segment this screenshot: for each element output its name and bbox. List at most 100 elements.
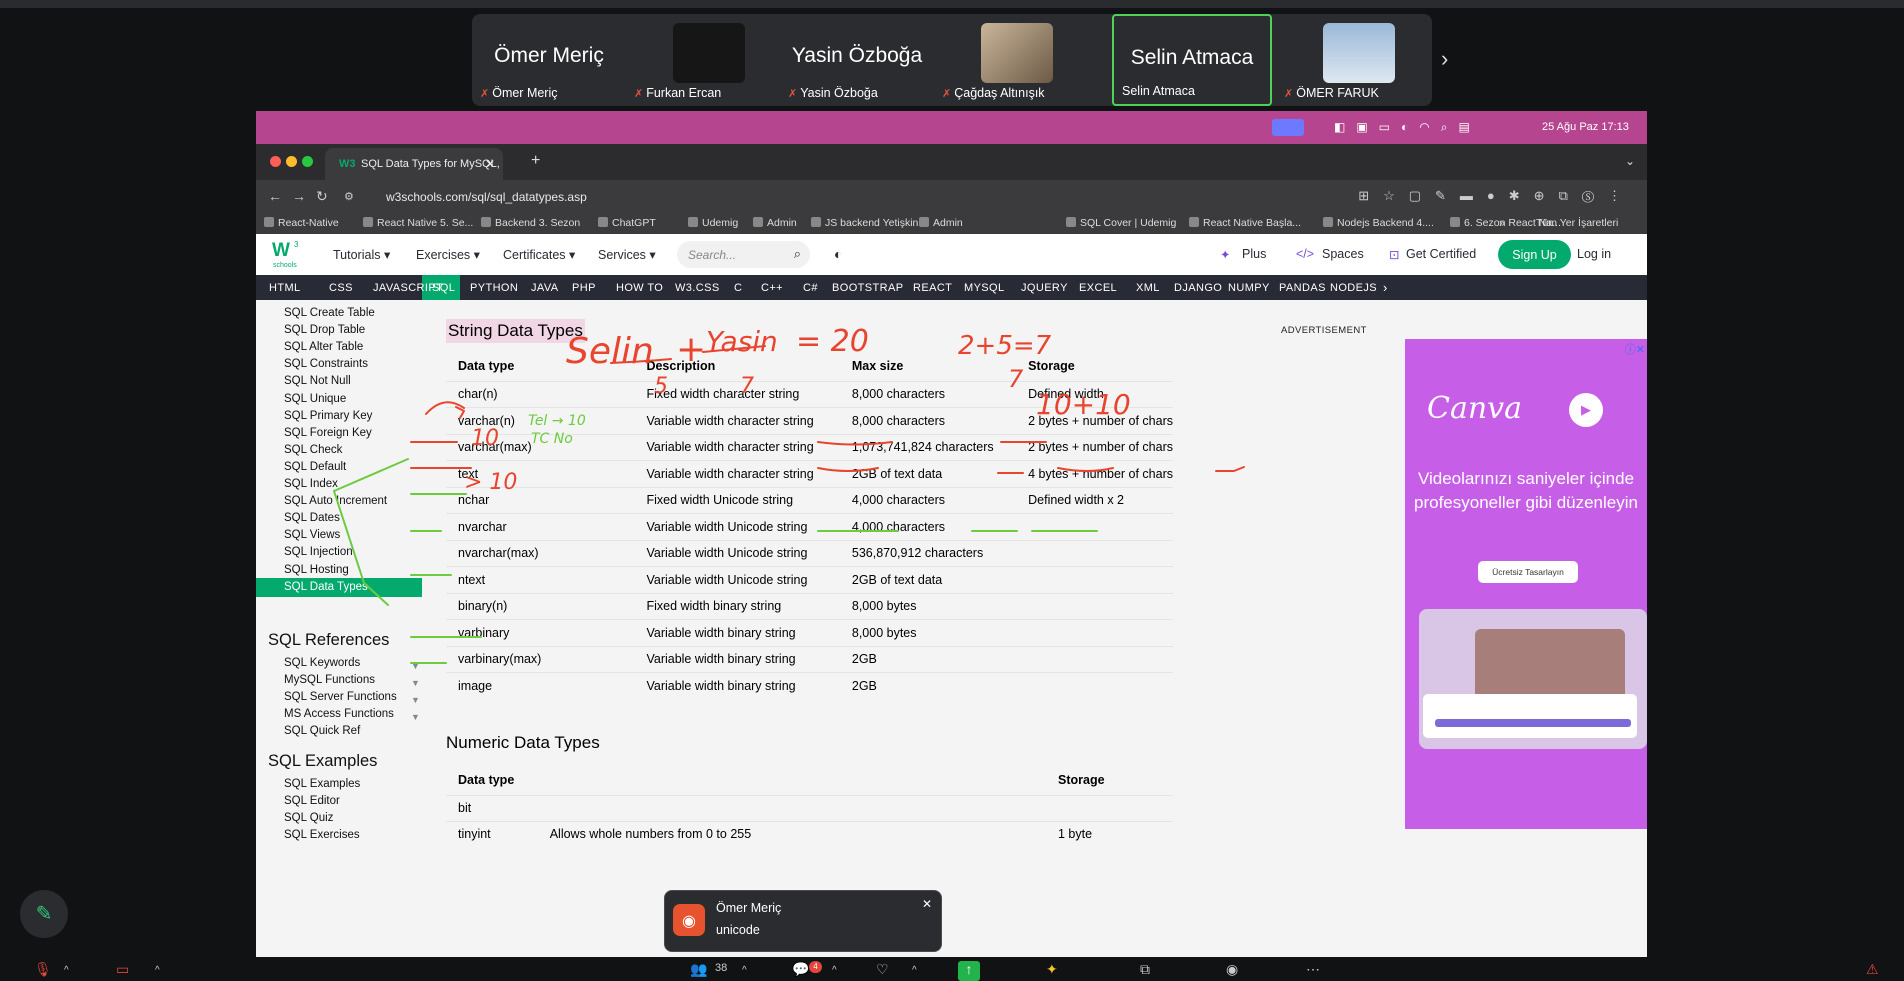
share-screen-icon[interactable]: ↑ [958,961,980,981]
forward-icon[interactable]: → [292,188,306,204]
sidebar-link[interactable]: SQL Check [284,444,342,456]
nav-item-mysql[interactable]: MYSQL [964,282,1005,294]
ad-close-icon[interactable]: ⓘ✕ [1625,341,1645,357]
nav-item-sql[interactable]: SQL [432,282,455,294]
apps-icon[interactable]: ⧉ [1140,961,1150,978]
all-bookmarks-folder[interactable]: Tüm Yer İşaretleri [1536,217,1618,229]
sidebar-link[interactable]: SQL Quiz [284,812,333,824]
site-info-icon[interactable]: ⚙ [344,190,354,203]
sidebar-link[interactable]: SQL Drop Table [284,324,365,336]
bookmarks-overflow-button[interactable]: » [1499,217,1505,229]
nav-item-numpy[interactable]: NUMPY [1228,282,1270,294]
sidebar-link[interactable]: SQL Primary Key [284,410,372,422]
bookmark-item[interactable]: JS backend Yetişkin [811,217,918,229]
nav-item-python[interactable]: PYTHON [470,282,518,294]
sidebar-link[interactable]: SQL Unique [284,393,346,405]
screen-share-icon[interactable] [1272,119,1304,136]
sign-up-button[interactable]: Sign Up [1498,240,1571,269]
bookmark-item[interactable]: ChatGPT [598,217,656,229]
chevron-up-icon[interactable]: ^ [155,965,160,976]
bookmark-item[interactable]: React-Native [264,217,339,229]
sidebar-link[interactable]: SQL Injection [284,546,353,558]
menu-bar-clock[interactable]: 25 Ağu Paz 17:13 [1542,121,1629,133]
participant-tile[interactable]: ✗ Çağdaş Altınışık [934,14,1088,106]
sidebar-link[interactable]: SQL Hosting [284,564,349,576]
close-notification-icon[interactable]: ✕ [922,897,932,911]
nav-item-jquery[interactable]: JQUERY [1021,282,1068,294]
sidebar-link[interactable]: SQL Keywords [284,657,360,669]
reactions-icon[interactable]: ♡ [876,961,889,978]
spaces-link[interactable]: Spaces [1322,247,1364,261]
new-tab-icon[interactable]: + [531,152,540,170]
nav-scroll-right-icon[interactable]: › [1383,280,1388,295]
tutorials-menu[interactable]: Tutorials ▾ [333,247,390,262]
sidebar-link[interactable]: SQL Data Types [284,581,368,593]
nav-item-c#[interactable]: C# [803,282,818,294]
bookmark-item[interactable]: Admin [919,217,963,229]
record-icon[interactable]: ◉ [1226,961,1238,978]
participants-icon[interactable]: 👥 [690,961,707,978]
chat-icon[interactable]: 💬 [792,961,809,978]
sidebar-link[interactable]: SQL Server Functions [284,691,397,703]
system-tray-icons[interactable]: ◧▣▭◐◠⌕▤ [1334,120,1481,135]
sidebar-link[interactable]: SQL Constraints [284,358,368,370]
nav-item-nodejs[interactable]: NODEJS [1330,282,1377,294]
canva-ad[interactable]: ⓘ✕ Canva ▶ Videolarınızı saniyeler içind… [1405,339,1647,829]
certificates-menu[interactable]: Certificates ▾ [503,247,575,262]
sidebar-link[interactable]: SQL Default [284,461,346,473]
reload-icon[interactable]: ↻ [316,188,328,205]
sidebar-link[interactable]: SQL Quick Ref [284,725,360,737]
back-icon[interactable]: ← [268,188,282,204]
chevron-up-icon[interactable]: ^ [742,965,747,976]
expand-caret-icon[interactable]: ▼ [411,712,420,722]
bookmark-item[interactable]: Nodejs Backend 4.... [1323,217,1434,229]
video-off-icon[interactable]: ▭ [116,961,129,978]
sidebar-link[interactable]: SQL Not Null [284,375,351,387]
chevron-up-icon[interactable]: ^ [832,965,837,976]
nav-item-css[interactable]: CSS [329,282,353,294]
participant-tile[interactable]: Yasin Özboğa ✗ Yasin Özboğa [780,14,934,106]
sidebar-link[interactable]: MySQL Functions [284,674,375,686]
nav-item-django[interactable]: DJANGO [1174,282,1222,294]
nav-item-c++[interactable]: C++ [761,282,783,294]
ai-companion-icon[interactable]: ✦ [1046,961,1058,978]
participant-tile[interactable]: ✗ Furkan Ercan [626,14,780,106]
chat-notification[interactable]: ◉ Ömer Meriç unicode ✕ [664,890,942,952]
nav-item-php[interactable]: PHP [572,282,596,294]
bookmark-item[interactable]: Udemig [688,217,738,229]
tab-search-icon[interactable]: ⌄ [1625,154,1635,168]
nav-item-howto[interactable]: HOW TO [616,282,663,294]
sidebar-link[interactable]: SQL Index [284,478,338,490]
chevron-up-icon[interactable]: ^ [64,965,69,976]
nav-item-pandas[interactable]: PANDAS [1279,282,1326,294]
bookmark-item[interactable]: React Native Başla... [1189,217,1301,229]
more-icon[interactable]: ⋯ [1306,961,1320,978]
exercises-menu[interactable]: Exercises ▾ [416,247,480,262]
ad-cta-button[interactable]: Ücretsiz Tasarlayın [1478,561,1578,583]
sidebar-link[interactable]: SQL Foreign Key [284,427,372,439]
nav-item-w3css[interactable]: W3.CSS [675,282,720,294]
nav-item-bootstrap[interactable]: BOOTSTRAP [832,282,903,294]
sidebar-link[interactable]: SQL Editor [284,795,340,807]
sidebar-link[interactable]: SQL Views [284,529,340,541]
sidebar-link[interactable]: SQL Examples [284,778,360,790]
participant-tile[interactable]: Ömer Meriç ✗ Ömer Meriç [472,14,626,106]
nav-item-html[interactable]: HTML [269,282,301,294]
participant-tile-active-speaker[interactable]: Selin Atmaca Selin Atmaca [1112,14,1272,106]
expand-caret-icon[interactable]: ▼ [411,661,420,671]
search-icon[interactable]: ⌕ [794,246,801,262]
minimize-window-icon[interactable] [286,156,297,167]
log-in-button[interactable]: Log in [1577,247,1611,261]
extension-icons[interactable]: ⊞☆▢✎▬●✱⊕⧉Ⓢ⋮ [1358,188,1635,204]
w3schools-logo[interactable]: W 3 schools [272,239,304,269]
sidebar-link[interactable]: MS Access Functions [284,708,394,720]
sidebar-link[interactable]: SQL Dates [284,512,340,524]
browser-tab[interactable]: W3 SQL Data Types for MySQL, S ✕ [325,148,503,180]
plus-link[interactable]: Plus [1242,247,1266,261]
nav-item-java[interactable]: JAVA [531,282,558,294]
services-menu[interactable]: Services ▾ [598,247,656,262]
close-tab-icon[interactable]: ✕ [485,157,495,171]
security-icon[interactable]: ⚠ [1866,961,1879,978]
search-input[interactable]: Search... ⌕ [677,241,810,268]
nav-item-react[interactable]: REACT [913,282,952,294]
